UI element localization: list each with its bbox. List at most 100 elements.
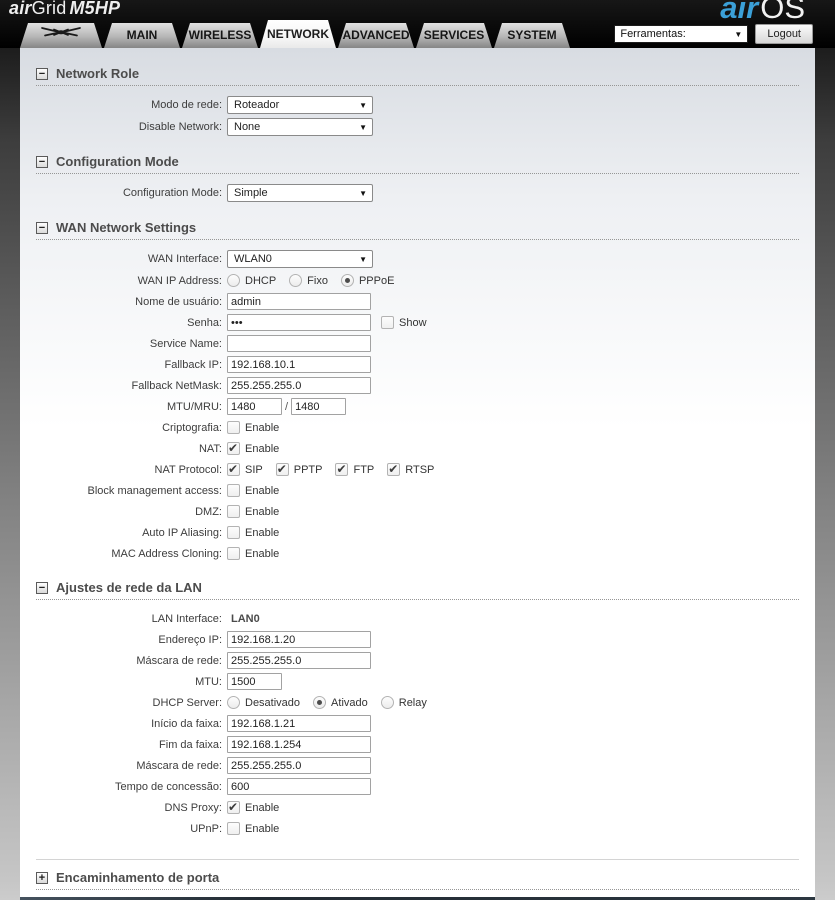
upnp-checkbox[interactable] bbox=[227, 822, 240, 835]
lan-interface-row: LAN Interface: LAN0 bbox=[20, 610, 815, 627]
ubiquiti-antenna-icon bbox=[39, 23, 83, 48]
block-management-checkbox[interactable] bbox=[227, 484, 240, 497]
airos-logo-air: air bbox=[720, 0, 759, 25]
ativado-radio[interactable] bbox=[313, 696, 327, 709]
collapse-icon[interactable]: − bbox=[36, 67, 48, 80]
wan-ip-address-row: WAN IP Address: DHCP Fixo PPPoE bbox=[20, 272, 815, 289]
rtsp-label: RTSP bbox=[405, 463, 435, 476]
section-title: Encaminhamento de porta bbox=[56, 870, 220, 885]
lan-netmask-input[interactable] bbox=[227, 652, 371, 669]
disable-network-label: Disable Network: bbox=[138, 121, 222, 133]
dns-proxy-checkbox[interactable] bbox=[227, 800, 240, 814]
network-mode-value: Roteador bbox=[234, 99, 280, 111]
lease-time-row: Tempo de concessão: bbox=[20, 778, 815, 795]
nat-protocol-row: NAT Protocol: SIP PPTP FTP RTSP bbox=[20, 461, 815, 478]
configuration-mode-select[interactable]: Simple ▼ bbox=[227, 184, 373, 202]
section-header-lan-settings[interactable]: − Ajustes de rede da LAN bbox=[36, 580, 799, 600]
service-name-input[interactable] bbox=[227, 335, 371, 352]
collapse-icon[interactable]: − bbox=[36, 221, 48, 234]
fallback-netmask-input[interactable] bbox=[227, 377, 371, 394]
lan-ip-input[interactable] bbox=[227, 631, 371, 648]
tab-network[interactable]: NETWORK bbox=[260, 20, 336, 48]
ftp-checkbox[interactable] bbox=[335, 462, 349, 476]
section-header-wan-settings[interactable]: − WAN Network Settings bbox=[36, 220, 799, 240]
disable-network-select[interactable]: None ▼ bbox=[227, 118, 373, 136]
tools-select[interactable]: Ferramentas: ▼ bbox=[614, 25, 749, 43]
nat-protocol-ftp-option: FTP bbox=[335, 462, 374, 476]
ativado-radio-label: Ativado bbox=[331, 696, 368, 709]
block-management-row: Block management access: Enable bbox=[20, 482, 815, 499]
network-role-form: Modo de rede: Roteador ▼ Disable Network… bbox=[20, 86, 815, 144]
fixo-radio[interactable] bbox=[289, 274, 303, 287]
wan-mtu-input[interactable] bbox=[227, 398, 282, 415]
radio-option-pppoe: PPPoE bbox=[340, 274, 394, 287]
lan-mtu-label: MTU: bbox=[195, 675, 222, 688]
radio-option-desativado: Desativado bbox=[227, 696, 300, 709]
tab-ubiquiti-home[interactable] bbox=[20, 23, 102, 48]
tab-advanced[interactable]: ADVANCED bbox=[338, 23, 414, 48]
airos-logo: airOS bbox=[720, 0, 805, 26]
dmz-checkbox[interactable] bbox=[227, 505, 240, 518]
wan-mru-input[interactable] bbox=[291, 398, 347, 415]
configuration-mode-row: Configuration Mode: Simple ▼ bbox=[20, 184, 815, 202]
expand-icon[interactable]: + bbox=[36, 871, 48, 884]
auto-ip-aliasing-checkbox[interactable] bbox=[227, 526, 240, 539]
disable-network-value: None bbox=[234, 121, 261, 133]
collapse-icon[interactable]: − bbox=[36, 581, 48, 594]
section-header-configuration-mode[interactable]: − Configuration Mode bbox=[36, 154, 799, 174]
sip-checkbox[interactable] bbox=[227, 462, 240, 476]
nat-protocol-rtsp-option: RTSP bbox=[387, 462, 435, 476]
show-password-checkbox[interactable] bbox=[381, 316, 394, 329]
radio-option-ativado: Ativado bbox=[313, 696, 368, 709]
show-password-option: Show bbox=[381, 316, 427, 329]
dmz-row: DMZ: Enable bbox=[20, 503, 815, 520]
fallback-netmask-row: Fallback NetMask: bbox=[20, 377, 815, 394]
password-input[interactable] bbox=[227, 314, 371, 331]
section-title: Configuration Mode bbox=[56, 154, 179, 169]
tab-wireless[interactable]: WIRELESS bbox=[182, 23, 258, 48]
enable-label: Enable bbox=[245, 505, 280, 518]
rtsp-checkbox[interactable] bbox=[387, 462, 401, 476]
wan-interface-select[interactable]: WLAN0 ▼ bbox=[227, 250, 373, 268]
enable-label: Enable bbox=[245, 822, 280, 835]
fallback-ip-input[interactable] bbox=[227, 356, 371, 373]
section-header-port-forwarding[interactable]: + Encaminhamento de porta bbox=[36, 870, 799, 890]
network-mode-select[interactable]: Roteador ▼ bbox=[227, 96, 373, 114]
section-divider bbox=[36, 859, 799, 860]
pptp-checkbox[interactable] bbox=[275, 462, 289, 476]
lan-netmask-row: Máscara de rede: bbox=[20, 652, 815, 669]
lan-mtu-input[interactable] bbox=[227, 673, 282, 690]
criptografia-checkbox[interactable] bbox=[227, 421, 240, 434]
tab-services[interactable]: SERVICES bbox=[416, 23, 492, 48]
fallback-ip-label: Fallback IP: bbox=[164, 358, 222, 371]
nat-protocol-label: NAT Protocol: bbox=[154, 463, 222, 476]
range-start-input[interactable] bbox=[227, 715, 371, 732]
section-header-network-role[interactable]: − Network Role bbox=[36, 66, 799, 86]
block-management-label: Block management access: bbox=[87, 484, 222, 497]
collapse-icon[interactable]: − bbox=[36, 155, 48, 168]
username-input[interactable] bbox=[227, 293, 371, 310]
desativado-radio-label: Desativado bbox=[245, 696, 301, 709]
desativado-radio[interactable] bbox=[227, 696, 240, 709]
relay-radio[interactable] bbox=[380, 696, 394, 709]
logout-button[interactable]: Logout bbox=[755, 24, 813, 44]
range-start-label: Início da faixa: bbox=[151, 717, 222, 730]
pptp-label: PPTP bbox=[293, 463, 323, 476]
nat-checkbox[interactable] bbox=[227, 441, 240, 455]
network-mode-label: Modo de rede: bbox=[151, 99, 222, 111]
criptografia-option: Enable bbox=[227, 421, 279, 434]
nat-protocol-sip-option: SIP bbox=[227, 462, 263, 476]
tab-main[interactable]: MAIN bbox=[104, 23, 180, 48]
section-title: Ajustes de rede da LAN bbox=[56, 580, 202, 595]
wan-interface-value: WLAN0 bbox=[234, 253, 272, 265]
dns-proxy-label: DNS Proxy: bbox=[164, 801, 222, 814]
mac-cloning-checkbox[interactable] bbox=[227, 547, 240, 560]
lease-time-input[interactable] bbox=[227, 778, 371, 795]
range-end-input[interactable] bbox=[227, 736, 371, 753]
pppoe-radio[interactable] bbox=[340, 274, 354, 287]
dhcp-netmask-input[interactable] bbox=[227, 757, 371, 774]
configuration-mode-label: Configuration Mode: bbox=[122, 187, 222, 199]
fallback-ip-row: Fallback IP: bbox=[20, 356, 815, 373]
dhcp-radio[interactable] bbox=[227, 274, 240, 287]
tab-system[interactable]: SYSTEM bbox=[494, 23, 570, 48]
